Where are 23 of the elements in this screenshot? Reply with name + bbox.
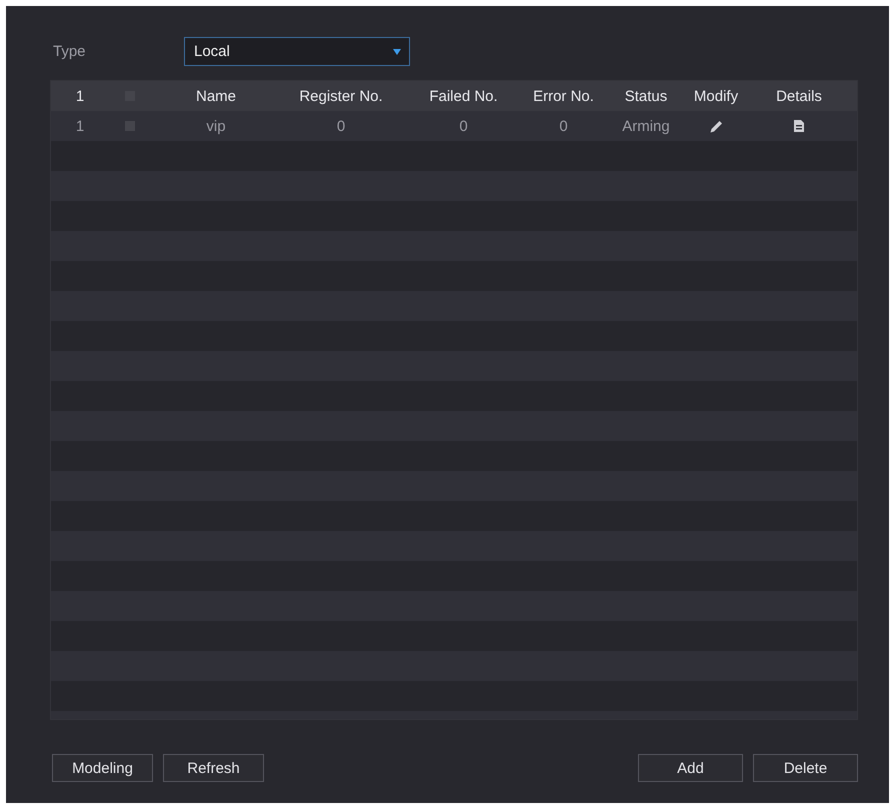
table-cell: 0 [336,118,346,134]
type-label: Type [52,43,87,60]
column-header: Name [196,88,236,104]
action-button[interactable]: Refresh [163,754,264,782]
column-header: Details [776,88,822,104]
table-cell: Arming [622,118,670,134]
action-button[interactable]: Add [638,754,743,782]
column-header: Error No. [533,88,594,104]
column-header: 1 [76,88,84,104]
dropdown-arrow-icon[interactable] [393,48,401,54]
table-cell: vip [206,118,226,134]
document-icon[interactable] [794,120,804,132]
action-button[interactable]: Delete [753,754,858,782]
column-header: Register No. [299,88,383,104]
column-header: Failed No. [429,88,498,104]
column-header: Modify [694,88,738,104]
action-button[interactable]: Modeling [52,754,153,782]
table-cell: 0 [459,118,468,134]
table-cell: 0 [559,118,568,134]
type-dropdown[interactable]: Local [184,37,410,66]
table-cell: 1 [76,118,84,134]
column-header: Status [624,88,668,104]
pencil-icon[interactable] [710,120,722,132]
